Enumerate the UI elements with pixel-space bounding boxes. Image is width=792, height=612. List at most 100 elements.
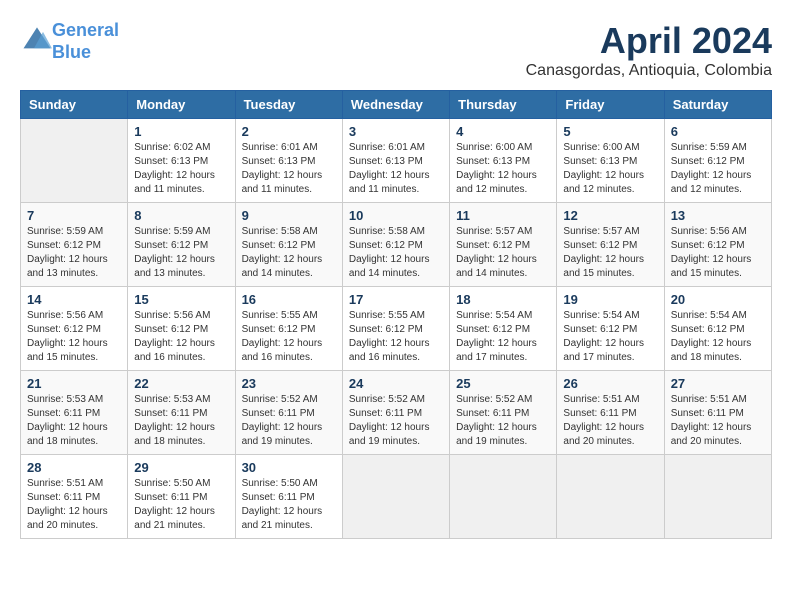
day-number: 5 [563, 124, 657, 139]
day-info: Sunrise: 5:55 AMSunset: 6:12 PMDaylight:… [349, 309, 443, 365]
day-info: Sunrise: 5:56 AMSunset: 6:12 PMDaylight:… [671, 225, 765, 281]
day-number: 3 [349, 124, 443, 139]
calendar-table: SundayMondayTuesdayWednesdayThursdayFrid… [20, 90, 772, 539]
day-info: Sunrise: 5:58 AMSunset: 6:12 PMDaylight:… [349, 225, 443, 281]
day-number: 30 [242, 460, 336, 475]
day-number: 14 [27, 292, 121, 307]
day-info: Sunrise: 5:51 AMSunset: 6:11 PMDaylight:… [563, 393, 657, 449]
calendar-cell: 9 Sunrise: 5:58 AMSunset: 6:12 PMDaylight… [235, 203, 342, 287]
day-info: Sunrise: 5:52 AMSunset: 6:11 PMDaylight:… [456, 393, 550, 449]
day-number: 7 [27, 208, 121, 223]
day-info: Sunrise: 5:51 AMSunset: 6:11 PMDaylight:… [27, 477, 121, 533]
day-info: Sunrise: 5:56 AMSunset: 6:12 PMDaylight:… [27, 309, 121, 365]
calendar-cell: 10 Sunrise: 5:58 AMSunset: 6:12 PMDayligh… [342, 203, 449, 287]
week-row-2: 7 Sunrise: 5:59 AMSunset: 6:12 PMDaylight… [21, 203, 772, 287]
day-info: Sunrise: 5:54 AMSunset: 6:12 PMDaylight:… [563, 309, 657, 365]
weekday-header-monday: Monday [128, 91, 235, 119]
day-number: 4 [456, 124, 550, 139]
day-number: 8 [134, 208, 228, 223]
day-info: Sunrise: 5:56 AMSunset: 6:12 PMDaylight:… [134, 309, 228, 365]
calendar-cell: 11 Sunrise: 5:57 AMSunset: 6:12 PMDayligh… [450, 203, 557, 287]
weekday-header-wednesday: Wednesday [342, 91, 449, 119]
week-row-5: 28 Sunrise: 5:51 AMSunset: 6:11 PMDayligh… [21, 455, 772, 539]
weekday-header-tuesday: Tuesday [235, 91, 342, 119]
calendar-cell: 16 Sunrise: 5:55 AMSunset: 6:12 PMDayligh… [235, 287, 342, 371]
day-number: 23 [242, 376, 336, 391]
title-block: April 2024 Canasgordas, Antioquia, Colom… [526, 20, 772, 80]
calendar-cell: 15 Sunrise: 5:56 AMSunset: 6:12 PMDayligh… [128, 287, 235, 371]
week-row-4: 21Sunrise: 5:53 AMSunset: 6:11 PMDayligh… [21, 371, 772, 455]
calendar-cell: 5Sunrise: 6:00 AMSunset: 6:13 PMDaylight… [557, 119, 664, 203]
calendar-cell [21, 119, 128, 203]
weekday-header-saturday: Saturday [664, 91, 771, 119]
day-number: 12 [563, 208, 657, 223]
logo-icon [22, 24, 52, 54]
day-number: 24 [349, 376, 443, 391]
day-info: Sunrise: 5:52 AMSunset: 6:11 PMDaylight:… [349, 393, 443, 449]
day-info: Sunrise: 6:01 AMSunset: 6:13 PMDaylight:… [242, 141, 336, 197]
logo-line1: General [52, 20, 119, 40]
day-info: Sunrise: 5:59 AMSunset: 6:12 PMDaylight:… [134, 225, 228, 281]
day-number: 25 [456, 376, 550, 391]
calendar-cell: 28 Sunrise: 5:51 AMSunset: 6:11 PMDayligh… [21, 455, 128, 539]
day-number: 6 [671, 124, 765, 139]
day-number: 2 [242, 124, 336, 139]
day-info: Sunrise: 5:51 AMSunset: 6:11 PMDaylight:… [671, 393, 765, 449]
day-number: 27 [671, 376, 765, 391]
weekday-header-row: SundayMondayTuesdayWednesdayThursdayFrid… [21, 91, 772, 119]
calendar-cell: 18 Sunrise: 5:54 AMSunset: 6:12 PMDayligh… [450, 287, 557, 371]
day-number: 18 [456, 292, 550, 307]
month-title: April 2024 [526, 20, 772, 62]
calendar-cell: 4 Sunrise: 6:00 AMSunset: 6:13 PMDaylight… [450, 119, 557, 203]
day-info: Sunrise: 5:54 AMSunset: 6:12 PMDaylight:… [456, 309, 550, 365]
day-number: 10 [349, 208, 443, 223]
calendar-cell: 1 Sunrise: 6:02 AMSunset: 6:13 PMDaylight… [128, 119, 235, 203]
calendar-cell: 25 Sunrise: 5:52 AMSunset: 6:11 PMDayligh… [450, 371, 557, 455]
calendar-cell [664, 455, 771, 539]
day-info: Sunrise: 5:52 AMSunset: 6:11 PMDaylight:… [242, 393, 336, 449]
day-info: Sunrise: 5:57 AMSunset: 6:12 PMDaylight:… [563, 225, 657, 281]
logo-text: General Blue [52, 20, 119, 63]
weekday-header-thursday: Thursday [450, 91, 557, 119]
day-number: 1 [134, 124, 228, 139]
calendar-cell: 19Sunrise: 5:54 AMSunset: 6:12 PMDayligh… [557, 287, 664, 371]
day-number: 11 [456, 208, 550, 223]
day-info: Sunrise: 6:02 AMSunset: 6:13 PMDaylight:… [134, 141, 228, 197]
day-info: Sunrise: 5:53 AMSunset: 6:11 PMDaylight:… [134, 393, 228, 449]
day-number: 26 [563, 376, 657, 391]
calendar-cell [342, 455, 449, 539]
day-number: 22 [134, 376, 228, 391]
day-number: 28 [27, 460, 121, 475]
logo: General Blue [20, 20, 119, 63]
calendar-cell: 12 Sunrise: 5:57 AMSunset: 6:12 PMDayligh… [557, 203, 664, 287]
calendar-cell: 24 Sunrise: 5:52 AMSunset: 6:11 PMDayligh… [342, 371, 449, 455]
calendar-cell [450, 455, 557, 539]
page-header: General Blue April 2024 Canasgordas, Ant… [20, 20, 772, 80]
day-info: Sunrise: 5:57 AMSunset: 6:12 PMDaylight:… [456, 225, 550, 281]
day-info: Sunrise: 5:55 AMSunset: 6:12 PMDaylight:… [242, 309, 336, 365]
day-number: 16 [242, 292, 336, 307]
calendar-cell: 14 Sunrise: 5:56 AMSunset: 6:12 PMDayligh… [21, 287, 128, 371]
calendar-cell: 3Sunrise: 6:01 AMSunset: 6:13 PMDaylight… [342, 119, 449, 203]
day-number: 9 [242, 208, 336, 223]
location-title: Canasgordas, Antioquia, Colombia [526, 62, 772, 80]
calendar-cell: 21Sunrise: 5:53 AMSunset: 6:11 PMDayligh… [21, 371, 128, 455]
calendar-cell: 29Sunrise: 5:50 AMSunset: 6:11 PMDayligh… [128, 455, 235, 539]
calendar-cell: 17 Sunrise: 5:55 AMSunset: 6:12 PMDayligh… [342, 287, 449, 371]
day-number: 17 [349, 292, 443, 307]
day-number: 13 [671, 208, 765, 223]
calendar-cell: 7 Sunrise: 5:59 AMSunset: 6:12 PMDaylight… [21, 203, 128, 287]
weekday-header-friday: Friday [557, 91, 664, 119]
day-number: 15 [134, 292, 228, 307]
calendar-cell: 26 Sunrise: 5:51 AMSunset: 6:11 PMDayligh… [557, 371, 664, 455]
calendar-cell: 30 Sunrise: 5:50 AMSunset: 6:11 PMDayligh… [235, 455, 342, 539]
day-number: 29 [134, 460, 228, 475]
day-info: Sunrise: 5:58 AMSunset: 6:12 PMDaylight:… [242, 225, 336, 281]
day-info: Sunrise: 5:59 AMSunset: 6:12 PMDaylight:… [27, 225, 121, 281]
day-info: Sunrise: 5:59 AMSunset: 6:12 PMDaylight:… [671, 141, 765, 197]
day-info: Sunrise: 6:00 AMSunset: 6:13 PMDaylight:… [456, 141, 550, 197]
day-info: Sunrise: 5:50 AMSunset: 6:11 PMDaylight:… [242, 477, 336, 533]
week-row-1: 1 Sunrise: 6:02 AMSunset: 6:13 PMDaylight… [21, 119, 772, 203]
calendar-cell: 13 Sunrise: 5:56 AMSunset: 6:12 PMDayligh… [664, 203, 771, 287]
weekday-header-sunday: Sunday [21, 91, 128, 119]
